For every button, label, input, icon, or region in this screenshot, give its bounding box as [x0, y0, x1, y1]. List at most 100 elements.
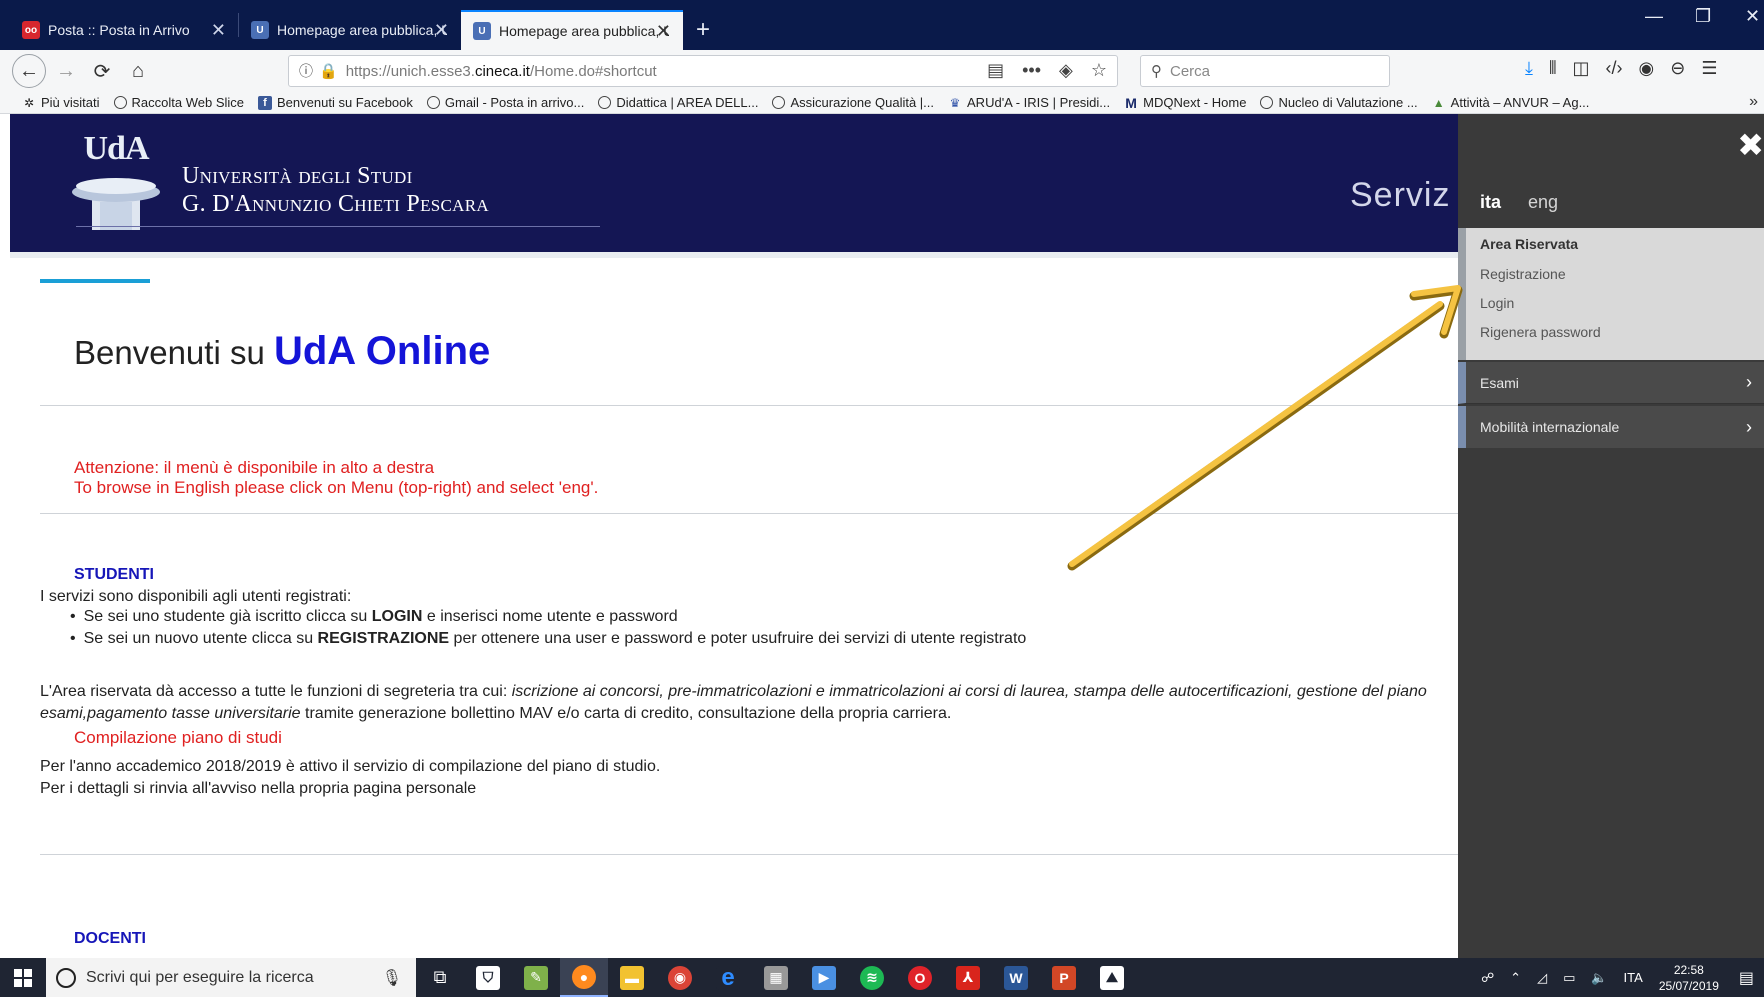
area-text-italic: iscrizione ai concorsi, pre-immatricolaz…	[511, 683, 1427, 700]
close-menu-icon[interactable]: ✖	[1737, 126, 1764, 164]
restore-icon[interactable]: ❐	[1695, 6, 1711, 27]
calculator-icon[interactable]: ▦	[752, 958, 800, 997]
search-input[interactable]: ⚲ Cerca	[1140, 55, 1390, 87]
globe-icon	[113, 96, 127, 109]
bookmark-item[interactable]: Gmail - Posta in arrivo...	[420, 95, 591, 110]
bullet-text: Se sei uno studente già iscritto clicca …	[83, 608, 372, 625]
download-icon[interactable]: ⤓	[1525, 58, 1533, 79]
logo-underline	[76, 226, 600, 227]
taskbar: Scrivi qui per eseguire la ricerca 🎙 ⧉ ⛉…	[0, 958, 1764, 997]
bookmark-item[interactable]: ♛ ARUd'A - IRIS | Presidi...	[941, 95, 1117, 110]
menu-icon[interactable]: ☰	[1701, 58, 1717, 79]
clock-time: 22:58	[1673, 962, 1704, 977]
reader-view-icon[interactable]: ▤	[987, 60, 1004, 81]
bookmark-label: Benvenuti su Facebook	[277, 95, 413, 110]
lang-eng[interactable]: eng	[1528, 192, 1558, 212]
notepad-icon[interactable]: ✎	[512, 958, 560, 997]
menu-item-rigenera-password[interactable]: Rigenera password	[1480, 324, 1601, 340]
bullet-text: e inserisci nome utente e password	[422, 608, 678, 625]
bookmark-item[interactable]: f Benvenuti su Facebook	[251, 95, 420, 110]
chevron-right-icon: ›	[1746, 372, 1752, 392]
pocket-icon[interactable]: ◈	[1059, 60, 1073, 81]
network-icon[interactable]: ◿	[1537, 970, 1547, 986]
new-tab-button[interactable]: +	[683, 10, 723, 50]
bookmark-star-icon[interactable]: ☆	[1091, 60, 1107, 81]
menu-item-mobilita[interactable]: Mobilità internazionale ›	[1458, 406, 1764, 448]
edge-icon[interactable]: e	[704, 958, 752, 997]
word-icon[interactable]: W	[992, 958, 1040, 997]
store-icon[interactable]: ⛉	[464, 958, 512, 997]
powerpoint-icon[interactable]: P	[1040, 958, 1088, 997]
bookmark-label: ARUd'A - IRIS | Presidi...	[967, 95, 1111, 110]
notification-icon[interactable]: ▤	[1739, 968, 1754, 988]
input-language[interactable]: ITA	[1624, 970, 1643, 985]
url-bar[interactable]: ⓘ 🔒 https://unich.esse3. cineca.it/Home.d…	[288, 55, 1118, 87]
login-keyword: LOGIN	[371, 608, 423, 625]
bookmark-item[interactable]: Didattica | AREA DELL...	[591, 95, 765, 110]
forward-button[interactable]: →	[50, 55, 82, 87]
menu-item-esami[interactable]: Esami ›	[1458, 362, 1764, 404]
chrome-icon[interactable]: ◉	[656, 958, 704, 997]
area-riservata-description: L'Area riservata dà accesso a tutte le f…	[40, 681, 1460, 725]
mail-icon: oo	[22, 21, 40, 39]
university-name: Università degli Studi G. D'Annunzio Chi…	[182, 162, 489, 218]
url-host: cineca.it	[474, 62, 530, 80]
m-icon: M	[1125, 94, 1137, 111]
volume-icon[interactable]: 🔈	[1591, 970, 1607, 986]
tab-homepage-active[interactable]: U Homepage area pubblica, Univ ✕	[461, 10, 683, 50]
page-actions-icon[interactable]: •••	[1022, 60, 1041, 81]
close-tab-icon[interactable]: ✕	[656, 21, 671, 42]
info-icon[interactable]: ⓘ	[299, 61, 313, 81]
studenti-heading: STUDENTI	[74, 566, 154, 583]
bookmark-label: Assicurazione Qualità |...	[790, 95, 935, 110]
clock-date: 25/07/2019	[1658, 978, 1719, 993]
bookmark-item[interactable]: ▲ Attività – ANVUR – Ag...	[1425, 95, 1597, 110]
extension-icon[interactable]: ◉	[1639, 58, 1655, 79]
bookmark-item[interactable]: M MDQNext - Home	[1117, 94, 1253, 111]
lock-icon[interactable]: 🔒	[319, 62, 338, 80]
close-window-icon[interactable]: ✕	[1745, 6, 1760, 27]
acrobat-icon[interactable]: ⅄	[944, 958, 992, 997]
taskbar-search[interactable]: Scrivi qui per eseguire la ricerca 🎙	[46, 958, 416, 997]
list-item: Se sei un nuovo utente clicca su REGISTR…	[70, 628, 1027, 650]
close-tab-icon[interactable]: ✕	[434, 20, 449, 41]
uda-icon: U	[251, 21, 269, 39]
people-icon[interactable]: ☍	[1481, 970, 1494, 986]
taskbar-search-placeholder: Scrivi qui per eseguire la ricerca	[86, 968, 314, 986]
bookmark-item[interactable]: Assicurazione Qualità |...	[765, 95, 941, 110]
bookmark-item[interactable]: Raccolta Web Slice	[107, 95, 251, 110]
menu-item-registrazione[interactable]: Registrazione	[1480, 266, 1566, 282]
tab-homepage-1[interactable]: U Homepage area pubblica, Univ ✕	[239, 10, 461, 50]
reload-button[interactable]: ⟳	[86, 55, 118, 87]
sidebar-icon[interactable]: ◫	[1573, 58, 1590, 79]
battery-icon[interactable]: ▭	[1563, 970, 1575, 986]
firefox-icon[interactable]: ●	[560, 958, 608, 997]
bookmark-item[interactable]: Nucleo di Valutazione ...	[1253, 95, 1424, 110]
minimize-icon[interactable]: —	[1645, 6, 1663, 27]
menu-item-login[interactable]: Login	[1480, 295, 1514, 311]
file-explorer-icon[interactable]: ▬	[608, 958, 656, 997]
tab-posta[interactable]: oo Posta :: Posta in Arrivo ✕	[10, 10, 238, 50]
divider	[40, 854, 1460, 855]
area-text-plain: tramite generazione bollettino MAV e/o c…	[300, 705, 952, 722]
lang-ita[interactable]: ita	[1480, 192, 1501, 212]
system-tray: ☍ ⌃ ◿ ▭ 🔈 ITA 22:58 25/07/2019 ▤	[1473, 958, 1764, 997]
library-icon[interactable]: ⫴	[1549, 58, 1557, 79]
back-button[interactable]: ←	[12, 54, 46, 88]
start-button[interactable]	[0, 958, 46, 997]
clock[interactable]: 22:58 25/07/2019	[1659, 962, 1719, 994]
spotify-icon[interactable]: ≋	[848, 958, 896, 997]
task-view-icon[interactable]: ⧉	[416, 958, 464, 997]
account-icon[interactable]: ⊖	[1670, 58, 1685, 79]
menu-row-label: Mobilità internazionale	[1480, 419, 1620, 435]
photos-icon[interactable]: ⛰	[1088, 958, 1136, 997]
chevron-up-icon[interactable]: ⌃	[1510, 970, 1521, 986]
bookmark-item[interactable]: ✲ Più visitati	[0, 95, 107, 110]
developer-icon[interactable]: ‹/›	[1606, 58, 1623, 79]
microphone-icon[interactable]: 🎙	[382, 968, 402, 988]
media-player-icon[interactable]: ▶	[800, 958, 848, 997]
more-bookmarks-icon[interactable]: »	[1749, 93, 1758, 111]
opera-icon[interactable]: O	[896, 958, 944, 997]
home-button[interactable]: ⌂	[122, 55, 154, 87]
close-tab-icon[interactable]: ✕	[211, 20, 226, 41]
